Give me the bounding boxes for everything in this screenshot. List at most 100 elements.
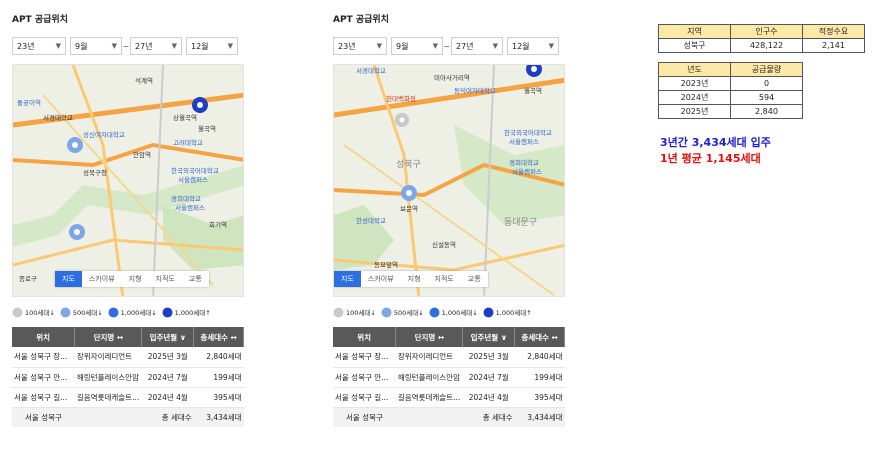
cell-supply: 2,840	[730, 104, 803, 119]
map-label: 경희대학교	[509, 158, 539, 167]
total-label: 총 세대수	[462, 407, 515, 427]
col-move-in-date[interactable]: 입주년월 ∨	[141, 327, 195, 347]
cell-complex-name: 길음역롯데캐슬트...	[395, 387, 463, 408]
tab-skyview[interactable]: 스카이뷰	[82, 271, 122, 287]
to-month-select[interactable]: 12월 ▼	[186, 37, 238, 55]
legend-item: 500세대↓	[60, 307, 103, 318]
col-location[interactable]: 위치	[333, 327, 397, 347]
map-canvas[interactable]: 석계역 돌곶이역 서경대학교 상월곡역 월곡역 성신여자대학교 고려대학교 안암…	[13, 65, 244, 297]
cell-move-in-date: 2025년 3월	[141, 347, 194, 368]
table-row[interactable]: 서울 성북구 장... 장위자이레디언트 2025년 3월 2,840세대	[12, 347, 244, 368]
marker-100-icon	[12, 307, 23, 317]
map-label: 서경대학교	[356, 66, 386, 75]
apt-supply-table: 위치 단지명 ↔ 입주년월 ∨ 총세대수 ↔ 서울 성북구 장... 장위자이레…	[12, 327, 244, 427]
cell-complex-name: 장위자이레디언트	[74, 347, 142, 368]
tab-skyview[interactable]: 스카이뷰	[361, 271, 401, 287]
map-canvas[interactable]: 서경대학교 미아사거리역 동덕여자대학교 현대백화점 월곡역 한국외국어대학교 …	[334, 65, 565, 297]
map-label: 신설동역	[432, 240, 456, 249]
summary-average-text: 1년 평균 1,145세대	[660, 152, 761, 165]
tab-cadastral[interactable]: 지적도	[149, 271, 182, 287]
tab-terrain[interactable]: 지형	[122, 271, 149, 287]
col-complex-name[interactable]: 단지명 ↔	[74, 327, 143, 347]
cell-total-units: 199세대	[193, 367, 244, 388]
from-year-select[interactable]: 23년 ▼	[333, 37, 387, 55]
table-header: 위치 단지명 ↔ 입주년월 ∨ 총세대수 ↔	[333, 327, 565, 347]
marker-500-icon[interactable]	[69, 224, 85, 240]
tab-cadastral[interactable]: 지적도	[428, 271, 461, 287]
to-year-select[interactable]: 27년 ▼	[451, 37, 503, 55]
cell-total-units: 395세대	[514, 387, 565, 408]
map-label: 동대문구	[504, 217, 537, 228]
map-label: 한국외국어대학교	[504, 128, 552, 137]
legend-item: 1,000세대↓	[429, 307, 478, 318]
map-label: 한성대학교	[356, 216, 386, 225]
table-row[interactable]: 서울 성북구 길... 길음역롯데캐슬트... 2024년 4월 395세대	[333, 387, 565, 408]
tab-map[interactable]: 지도	[334, 271, 361, 287]
col-total-units[interactable]: 총세대수 ↔	[193, 327, 244, 347]
to-year-select[interactable]: 27년 ▼	[130, 37, 182, 55]
col-move-in-date[interactable]: 입주년월 ∨	[462, 327, 516, 347]
tab-traffic[interactable]: 교통	[182, 271, 209, 287]
cell-year: 2023년	[658, 76, 731, 91]
table-row: 성북구 428,122 2,141	[658, 38, 865, 53]
supply-map[interactable]: 서경대학교 미아사거리역 동덕여자대학교 현대백화점 월곡역 한국외국어대학교 …	[333, 64, 565, 297]
tab-traffic[interactable]: 교통	[461, 271, 488, 287]
map-label: 서울캠퍼스	[175, 203, 205, 212]
from-month-select[interactable]: 9월 ▼	[70, 37, 122, 55]
marker-1000-icon	[429, 307, 440, 317]
from-month-select[interactable]: 9월 ▼	[391, 37, 443, 55]
marker-500-icon[interactable]	[67, 137, 83, 153]
chevron-down-icon: ▼	[492, 42, 498, 50]
supply-by-year-table: 년도 공급물량 2023년 0 2024년 594 2025년 2,840	[658, 62, 803, 119]
col-demand: 적정수요	[802, 24, 865, 39]
map-label: 서울캠퍼스	[178, 175, 208, 184]
total-blank	[395, 407, 463, 427]
col-location[interactable]: 위치	[12, 327, 76, 347]
cell-region: 성북구	[658, 38, 731, 53]
from-year-select[interactable]: 23년 ▼	[12, 37, 66, 55]
chevron-down-icon: ▼	[111, 42, 117, 50]
cell-complex-name: 해링턴플레이스안암	[395, 367, 463, 388]
col-total-units[interactable]: 총세대수 ↔	[514, 327, 565, 347]
period-selector: 23년 ▼ 9월 ▼ ~ 27년 ▼ 12월 ▼	[12, 36, 244, 56]
total-location: 서울 성북구	[333, 407, 396, 427]
map-label: 종로구	[19, 275, 37, 283]
cell-complex-name: 장위자이레디언트	[395, 347, 463, 368]
supply-map[interactable]: 석계역 돌곶이역 서경대학교 상월곡역 월곡역 성신여자대학교 고려대학교 안암…	[12, 64, 244, 297]
table-row: 2023년 0	[658, 76, 803, 91]
table-row[interactable]: 서울 성북구 안... 해링턴플레이스안암 2024년 7월 199세대	[12, 367, 244, 388]
table-row[interactable]: 서울 성북구 안... 해링턴플레이스안암 2024년 7월 199세대	[333, 367, 565, 388]
cell-move-in-date: 2024년 4월	[141, 387, 194, 408]
total-blank	[74, 407, 142, 427]
cell-move-in-date: 2024년 4월	[462, 387, 515, 408]
marker-500-icon[interactable]	[401, 185, 417, 201]
map-label: 동덕여자대학교	[454, 86, 496, 95]
tab-map[interactable]: 지도	[55, 271, 82, 287]
cell-complex-name: 해링턴플레이스안암	[74, 367, 142, 388]
map-label: 월곡역	[524, 86, 542, 95]
apt-supply-table: 위치 단지명 ↔ 입주년월 ∨ 총세대수 ↔ 서울 성북구 장... 장위자이레…	[333, 327, 565, 427]
to-month-select[interactable]: 12월 ▼	[507, 37, 559, 55]
marker-legend: 100세대↓ 500세대↓ 1,000세대↓ 1,000세대↑	[12, 303, 244, 321]
supply-panel-2: APT 공급위치 23년 ▼ 9월 ▼ ~ 27년 ▼ 12월 ▼ 서경대학교 미아사거…	[333, 12, 565, 427]
col-supply: 공급물량	[730, 62, 803, 77]
cell-location: 서울 성북구 안...	[12, 367, 75, 388]
tab-terrain[interactable]: 지형	[401, 271, 428, 287]
table-row[interactable]: 서울 성북구 길... 길음역롯데캐슬트... 2024년 4월 395세대	[12, 387, 244, 408]
cell-location: 서울 성북구 안...	[333, 367, 396, 388]
marker-500-icon	[381, 307, 392, 317]
marker-100-icon[interactable]	[395, 113, 409, 127]
period-selector: 23년 ▼ 9월 ▼ ~ 27년 ▼ 12월 ▼	[333, 36, 565, 56]
marker-1000-plus-icon[interactable]	[192, 97, 208, 113]
map-label: 경희대학교	[171, 194, 201, 203]
cell-complex-name: 길음역롯데캐슬트...	[74, 387, 142, 408]
marker-legend: 100세대↓ 500세대↓ 1,000세대↓ 1,000세대↑	[333, 303, 565, 321]
cell-location: 서울 성북구 장...	[12, 347, 75, 368]
table-row[interactable]: 서울 성북구 장... 장위자이레디언트 2025년 3월 2,840세대	[333, 347, 565, 368]
chevron-down-icon: ▼	[432, 42, 438, 50]
cell-supply: 0	[730, 76, 803, 91]
table-header: 위치 단지명 ↔ 입주년월 ∨ 총세대수 ↔	[12, 327, 244, 347]
chevron-down-icon: ▼	[548, 42, 554, 50]
col-complex-name[interactable]: 단지명 ↔	[395, 327, 464, 347]
map-label: 상월곡역	[173, 113, 197, 122]
